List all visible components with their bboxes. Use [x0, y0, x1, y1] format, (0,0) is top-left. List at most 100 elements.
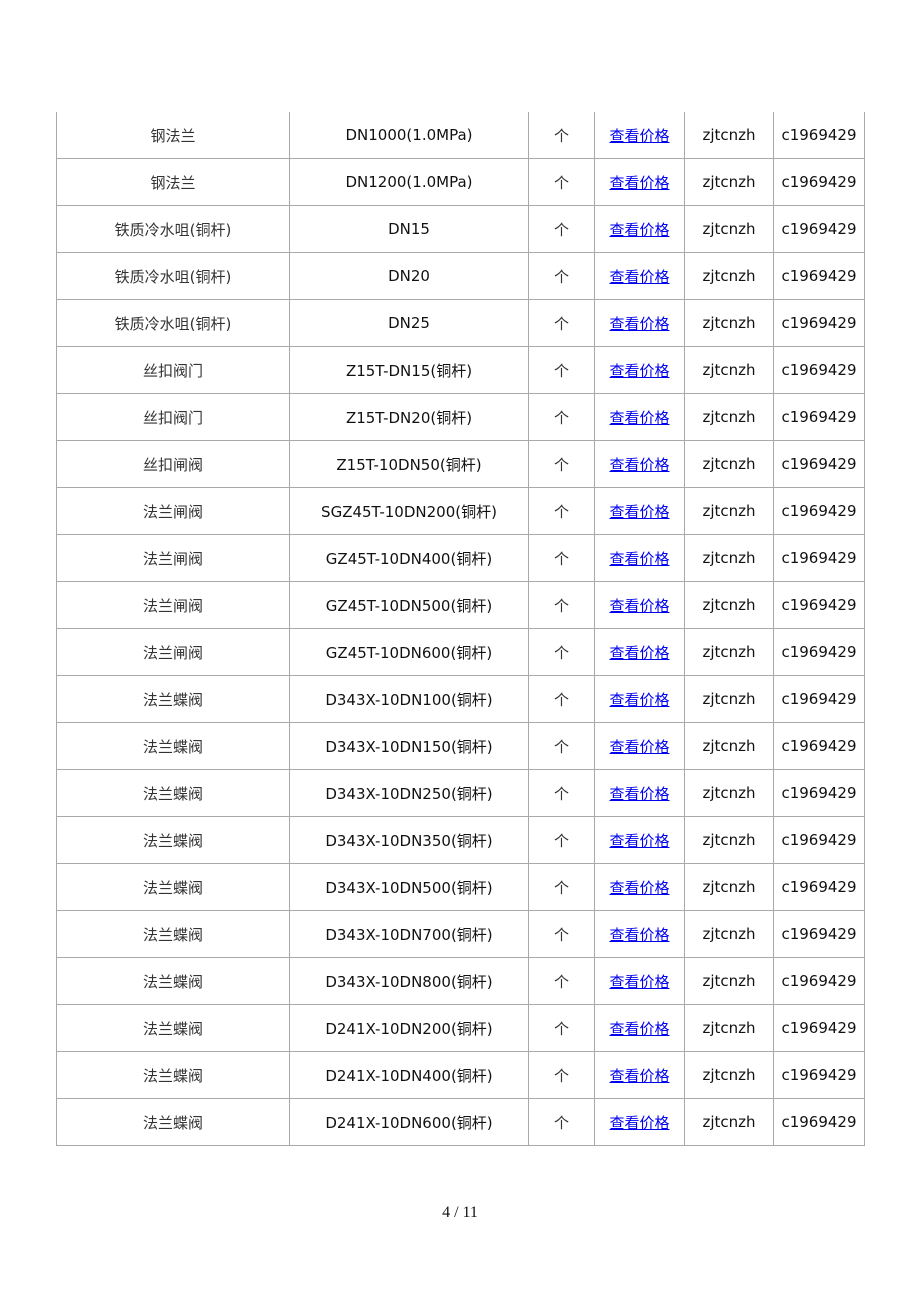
item-spec-cell: Z15T-DN15(铜杆) — [289, 346, 529, 394]
item-user: zjtcnzh — [702, 220, 756, 238]
item-spec-cell: DN20 — [289, 252, 529, 300]
view-price-link[interactable]: 查看价格 — [609, 174, 669, 192]
item-code: c1969429 — [781, 878, 857, 896]
table-row: 法兰蝶阀 D241X-10DN200(铜杆) 个 查看价格 zjtcnzh c1… — [56, 1004, 865, 1052]
item-spec-cell: D343X-10DN700(铜杆) — [289, 910, 529, 958]
item-name: 法兰蝶阀 — [142, 737, 203, 756]
item-code: c1969429 — [781, 361, 857, 379]
item-name-cell: 法兰蝶阀 — [56, 1051, 290, 1099]
view-price-cell: 查看价格 — [594, 581, 685, 629]
item-user: zjtcnzh — [702, 596, 756, 614]
item-spec: D343X-10DN150(铜杆) — [325, 737, 493, 756]
view-price-link[interactable]: 查看价格 — [609, 1067, 669, 1085]
view-price-cell: 查看价格 — [594, 487, 685, 535]
item-user: zjtcnzh — [702, 972, 756, 990]
item-user-cell: zjtcnzh — [684, 675, 774, 723]
item-unit: 个 — [553, 361, 569, 380]
view-price-link[interactable]: 查看价格 — [609, 785, 669, 803]
item-code: c1969429 — [781, 126, 857, 144]
view-price-cell: 查看价格 — [594, 534, 685, 582]
view-price-link[interactable]: 查看价格 — [609, 644, 669, 662]
view-price-link[interactable]: 查看价格 — [609, 268, 669, 286]
view-price-link[interactable]: 查看价格 — [609, 409, 669, 427]
item-spec-cell: GZ45T-10DN600(铜杆) — [289, 628, 529, 676]
item-name-cell: 法兰蝶阀 — [56, 1098, 290, 1146]
item-unit: 个 — [553, 737, 569, 756]
view-price-cell: 查看价格 — [594, 440, 685, 488]
item-unit: 个 — [553, 784, 569, 803]
item-spec: GZ45T-10DN500(铜杆) — [325, 596, 493, 615]
item-unit: 个 — [553, 267, 569, 286]
item-name-cell: 法兰蝶阀 — [56, 769, 290, 817]
view-price-cell: 查看价格 — [594, 1098, 685, 1146]
item-name: 铁质冷水咀(铜杆) — [114, 267, 232, 286]
item-user-cell: zjtcnzh — [684, 628, 774, 676]
item-code-cell: c1969429 — [773, 534, 865, 582]
table-row: 法兰蝶阀 D343X-10DN500(铜杆) 个 查看价格 zjtcnzh c1… — [56, 863, 865, 911]
item-spec-cell: Z15T-10DN50(铜杆) — [289, 440, 529, 488]
item-spec-cell: DN15 — [289, 205, 529, 253]
item-name: 法兰蝶阀 — [142, 784, 203, 803]
view-price-link[interactable]: 查看价格 — [609, 1020, 669, 1038]
table-row: 法兰蝶阀 D343X-10DN350(铜杆) 个 查看价格 zjtcnzh c1… — [56, 816, 865, 864]
table-row: 法兰闸阀 GZ45T-10DN500(铜杆) 个 查看价格 zjtcnzh c1… — [56, 581, 865, 629]
item-unit: 个 — [553, 314, 569, 333]
table-row: 丝扣闸阀 Z15T-10DN50(铜杆) 个 查看价格 zjtcnzh c196… — [56, 440, 865, 488]
item-name: 法兰蝶阀 — [142, 1113, 203, 1132]
item-code-cell: c1969429 — [773, 1098, 865, 1146]
view-price-link[interactable]: 查看价格 — [609, 597, 669, 615]
price-table: 钢法兰 DN1000(1.0MPa) 个 查看价格 zjtcnzh c19694… — [56, 112, 865, 1146]
item-spec-cell: DN1000(1.0MPa) — [289, 112, 529, 159]
view-price-link[interactable]: 查看价格 — [609, 550, 669, 568]
item-spec-cell: D241X-10DN600(铜杆) — [289, 1098, 529, 1146]
table-row: 法兰蝶阀 D241X-10DN600(铜杆) 个 查看价格 zjtcnzh c1… — [56, 1098, 865, 1146]
item-name-cell: 法兰闸阀 — [56, 487, 290, 535]
item-unit: 个 — [553, 455, 569, 474]
item-user: zjtcnzh — [702, 267, 756, 285]
view-price-link[interactable]: 查看价格 — [609, 973, 669, 991]
item-unit-cell: 个 — [528, 346, 595, 394]
item-unit: 个 — [553, 173, 569, 192]
item-spec-cell: D343X-10DN350(铜杆) — [289, 816, 529, 864]
item-spec-cell: D343X-10DN150(铜杆) — [289, 722, 529, 770]
item-unit: 个 — [553, 831, 569, 850]
item-unit: 个 — [553, 643, 569, 662]
page-number: 4 / 11 — [442, 1204, 478, 1221]
view-price-link[interactable]: 查看价格 — [609, 832, 669, 850]
item-code: c1969429 — [781, 549, 857, 567]
view-price-link[interactable]: 查看价格 — [609, 456, 669, 474]
item-unit: 个 — [553, 1019, 569, 1038]
item-code-cell: c1969429 — [773, 487, 865, 535]
item-code: c1969429 — [781, 502, 857, 520]
item-user-cell: zjtcnzh — [684, 393, 774, 441]
view-price-link[interactable]: 查看价格 — [609, 738, 669, 756]
view-price-link[interactable]: 查看价格 — [609, 926, 669, 944]
item-spec: DN1000(1.0MPa) — [345, 126, 473, 144]
view-price-link[interactable]: 查看价格 — [609, 127, 669, 145]
item-unit-cell: 个 — [528, 487, 595, 535]
item-spec-cell: D343X-10DN250(铜杆) — [289, 769, 529, 817]
item-spec: D241X-10DN600(铜杆) — [325, 1113, 493, 1132]
item-name-cell: 法兰蝶阀 — [56, 863, 290, 911]
item-code-cell: c1969429 — [773, 910, 865, 958]
view-price-link[interactable]: 查看价格 — [609, 315, 669, 333]
item-user-cell: zjtcnzh — [684, 816, 774, 864]
item-user: zjtcnzh — [702, 408, 756, 426]
item-code-cell: c1969429 — [773, 346, 865, 394]
view-price-link[interactable]: 查看价格 — [609, 879, 669, 897]
view-price-link[interactable]: 查看价格 — [609, 1114, 669, 1132]
view-price-link[interactable]: 查看价格 — [609, 503, 669, 521]
item-code-cell: c1969429 — [773, 816, 865, 864]
view-price-link[interactable]: 查看价格 — [609, 691, 669, 709]
view-price-cell: 查看价格 — [594, 1004, 685, 1052]
item-unit: 个 — [553, 126, 569, 145]
item-user-cell: zjtcnzh — [684, 112, 774, 159]
item-spec-cell: DN25 — [289, 299, 529, 347]
view-price-link[interactable]: 查看价格 — [609, 221, 669, 239]
item-code-cell: c1969429 — [773, 957, 865, 1005]
item-unit: 个 — [553, 878, 569, 897]
item-name: 法兰蝶阀 — [142, 831, 203, 850]
table-row: 铁质冷水咀(铜杆) DN20 个 查看价格 zjtcnzh c1969429 — [56, 252, 865, 300]
item-name: 法兰蝶阀 — [142, 690, 203, 709]
view-price-link[interactable]: 查看价格 — [609, 362, 669, 380]
